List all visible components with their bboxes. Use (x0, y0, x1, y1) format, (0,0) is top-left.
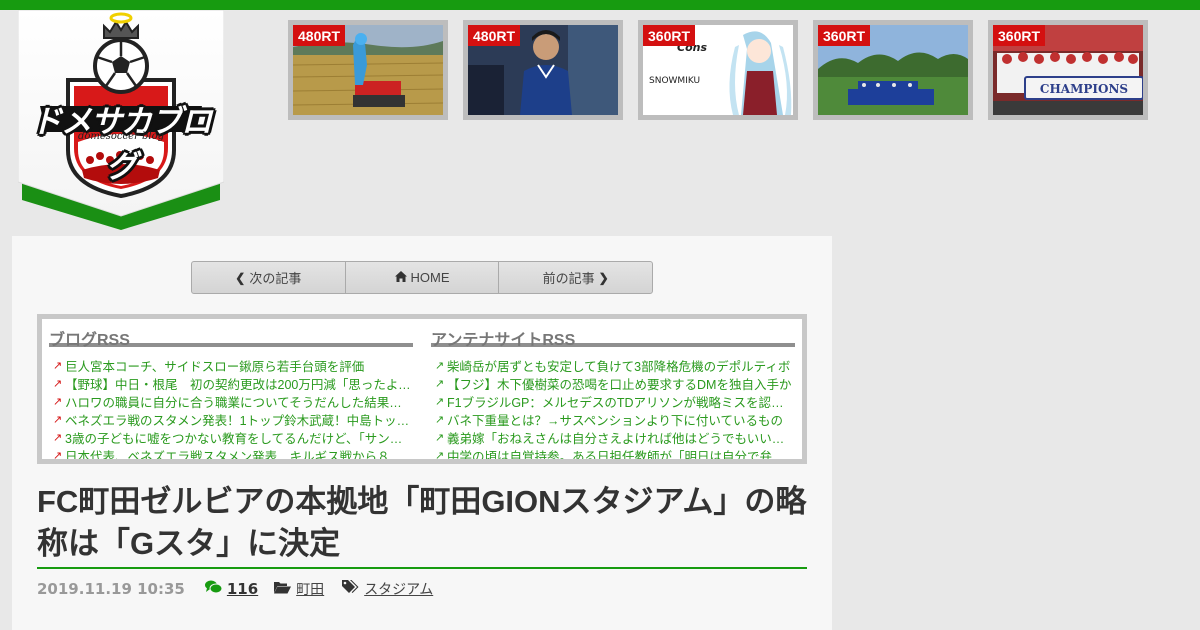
retweet-count-badge: 360RT (993, 25, 1046, 46)
home-icon (394, 270, 407, 285)
retweet-count-badge: 480RT (293, 25, 346, 46)
retweet-count-badge: 360RT (643, 25, 696, 46)
blog-rss-heading: ブログRSS (49, 319, 413, 349)
rss-feeds-inner: ブログRSS ↗ 巨人宮本コーチ、サイドスロー鍬原ら若手台頭を評価 ↗ 【野球】中日・… (42, 319, 802, 459)
rss-link-item[interactable]: ↗3歳の子どもに嘘をつかない教育をしてるんだけど、「サンタさんっているの？」 (49, 428, 413, 446)
antenna-rss-list: ↗ 柴崎岳が居ずとも安定して負けて3部降格危機のデポルティボ ↗ 【フジ】木下優樹菜の… (431, 356, 795, 460)
next-article-label: 次の記事 (249, 271, 302, 286)
rss-feeds-box: ブログRSS ↗ 巨人宮本コーチ、サイドスロー鍬原ら若手台頭を評価 ↗ 【野球】中日・… (37, 314, 807, 464)
rss-link-text: 日本代表、ベネズエラ戦スタメン発表 キルギス戦から８人変更 (65, 449, 413, 460)
article-title: FC町田ゼルビアの本拠地「町田GIONスタジアム」の略称は「Gスタ」に決定 (37, 484, 807, 561)
external-link-icon: ↗ (53, 395, 63, 408)
rss-link-item[interactable]: ↗【野球】中日・根尾 初の契約更改は200万円減「思ったよりシビアだった」 (49, 374, 413, 392)
external-link-icon: ↗ (435, 377, 445, 390)
rss-link-item[interactable]: ↗ ハロワの職員に自分に合う職業についてそうだんした結果… (49, 392, 413, 410)
category-link[interactable]: 町田 (296, 579, 324, 599)
rss-link-text: 3歳の子どもに嘘をつかない教育をしてるんだけど、「サンタさんっているの？」 (65, 431, 413, 446)
comment-count-link[interactable]: 116 (227, 580, 258, 598)
external-link-icon: ↗ (435, 449, 445, 460)
rss-link-text: バネ下重量とは？→サスペンションより下に付いているもの (447, 413, 784, 428)
rss-link-text: 柴崎岳が居ずとも安定して負けて3部降格危機のデポルティボ (447, 359, 791, 374)
previous-article-label: 前の記事 (542, 271, 595, 286)
popular-post-thumbnail[interactable]: 360RT (813, 20, 973, 120)
rss-link-text: 中学の頃は自覚持参。ある日担任教師が「明日は自分で弁当を」 (447, 449, 795, 460)
article-meta: 2019.11.19 10:35 116 町田 スタジアム (37, 578, 451, 600)
rss-link-item[interactable]: ↗ F1ブラジルGP：メルセデスのTDアリソンが戦略ミスを認める (431, 392, 795, 410)
rss-link-text: 【フジ】木下優樹菜の恐喝を口止め要求するDMを独自入手か (447, 377, 792, 392)
rss-link-item[interactable]: ↗ 巨人宮本コーチ、サイドスロー鍬原ら若手台頭を評価 (49, 356, 413, 374)
chevron-right-icon: ❯ (598, 270, 609, 285)
external-link-icon: ↗ (435, 359, 445, 372)
tags-icon (342, 580, 359, 598)
rss-link-item[interactable]: ↗ 義弟嫁「おねえさんは自分さえよければ他はどうでもいいのよね」 (431, 428, 795, 446)
external-link-icon: ↗ (53, 431, 63, 444)
rss-link-text: 【野球】中日・根尾 初の契約更改は200万円減「思ったよりシビアだった」 (65, 377, 413, 392)
antenna-rss-heading: アンテナサイトRSS (431, 319, 795, 349)
next-article-button[interactable]: ❮ 次の記事 (192, 262, 346, 293)
blog-rss-list: ↗ 巨人宮本コーチ、サイドスロー鍬原ら若手台頭を評価 ↗ 【野球】中日・根尾 初の契約… (49, 356, 413, 460)
popular-post-thumbnail[interactable]: CHAMPIONS 360RT (988, 20, 1148, 120)
rss-link-item[interactable]: ↗ 柴崎岳が居ずとも安定して負けて3部降格危機のデポルティボ (431, 356, 795, 374)
folder-open-icon (274, 581, 292, 598)
site-logo[interactable]: ドメサカブログ domesoccer blog (18, 10, 224, 235)
popular-post-thumbnail[interactable]: Cons SNOWMIKU 360RT (638, 20, 798, 120)
post-date: 2019.11.19 10:35 (37, 580, 185, 598)
chevron-left-icon: ❮ (235, 270, 246, 285)
external-link-icon: ↗ (53, 359, 63, 372)
retweet-count-badge: 480RT (468, 25, 521, 46)
rss-link-text: 義弟嫁「おねえさんは自分さえよければ他はどうでもいいのよね」 (447, 431, 795, 446)
external-link-icon: ↗ (53, 449, 63, 460)
top-accent-bar (0, 0, 1200, 10)
retweet-count-badge: 360RT (818, 25, 871, 46)
rss-link-item[interactable]: ↗ 【フジ】木下優樹菜の恐喝を口止め要求するDMを独自入手か (431, 374, 795, 392)
rss-link-text: F1ブラジルGP：メルセデスのTDアリソンが戦略ミスを認める (447, 395, 795, 410)
previous-article-button[interactable]: 前の記事 ❯ (499, 262, 652, 293)
antenna-rss-column: アンテナサイトRSS ↗ 柴崎岳が居ずとも安定して負けて3部降格危機のデポルティボ… (431, 319, 795, 459)
popular-post-thumbnail[interactable]: 480RT (463, 20, 623, 120)
rss-link-item[interactable]: ↗ バネ下重量とは？→サスペンションより下に付いているもの (431, 410, 795, 428)
title-underline (37, 567, 807, 569)
rss-link-item[interactable]: ↗ 中学の頃は自覚持参。ある日担任教師が「明日は自分で弁当を」 (431, 446, 795, 460)
logo-subtitle: domesoccer blog (77, 131, 165, 142)
external-link-icon: ↗ (53, 413, 63, 426)
blog-rss-column: ブログRSS ↗ 巨人宮本コーチ、サイドスロー鍬原ら若手台頭を評価 ↗ 【野球】中日・… (49, 319, 413, 459)
rss-link-item[interactable]: ↗ 日本代表、ベネズエラ戦スタメン発表 キルギス戦から８人変更 (49, 446, 413, 460)
thumbnail-champions-banner: CHAMPIONS (1040, 82, 1128, 96)
external-link-icon: ↗ (53, 377, 63, 390)
article-navigation: ❮ 次の記事 HOME 前の記事 ❯ (191, 261, 653, 294)
home-label: HOME (410, 270, 450, 285)
rss-link-text: ベネズエラ戦のスタメン発表！1トップ鈴木武蔵！中島トップ下 (65, 413, 413, 428)
external-link-icon: ↗ (435, 413, 445, 426)
external-link-icon: ↗ (435, 395, 445, 408)
rss-link-item[interactable]: ↗ ベネズエラ戦のスタメン発表！1トップ鈴木武蔵！中島トップ下 (49, 410, 413, 428)
home-button[interactable]: HOME (346, 262, 500, 293)
tag-link[interactable]: スタジアム (364, 579, 433, 599)
external-link-icon: ↗ (435, 431, 445, 444)
comments-icon (204, 580, 223, 598)
rss-link-text: 巨人宮本コーチ、サイドスロー鍬原ら若手台頭を評価 (65, 359, 365, 374)
popular-post-thumbnail[interactable]: 480RT (288, 20, 448, 120)
rss-link-text: ハロワの職員に自分に合う職業についてそうだんした結果… (65, 395, 402, 410)
thumbnail-snowmiku-logo: SNOWMIKU (649, 76, 700, 86)
